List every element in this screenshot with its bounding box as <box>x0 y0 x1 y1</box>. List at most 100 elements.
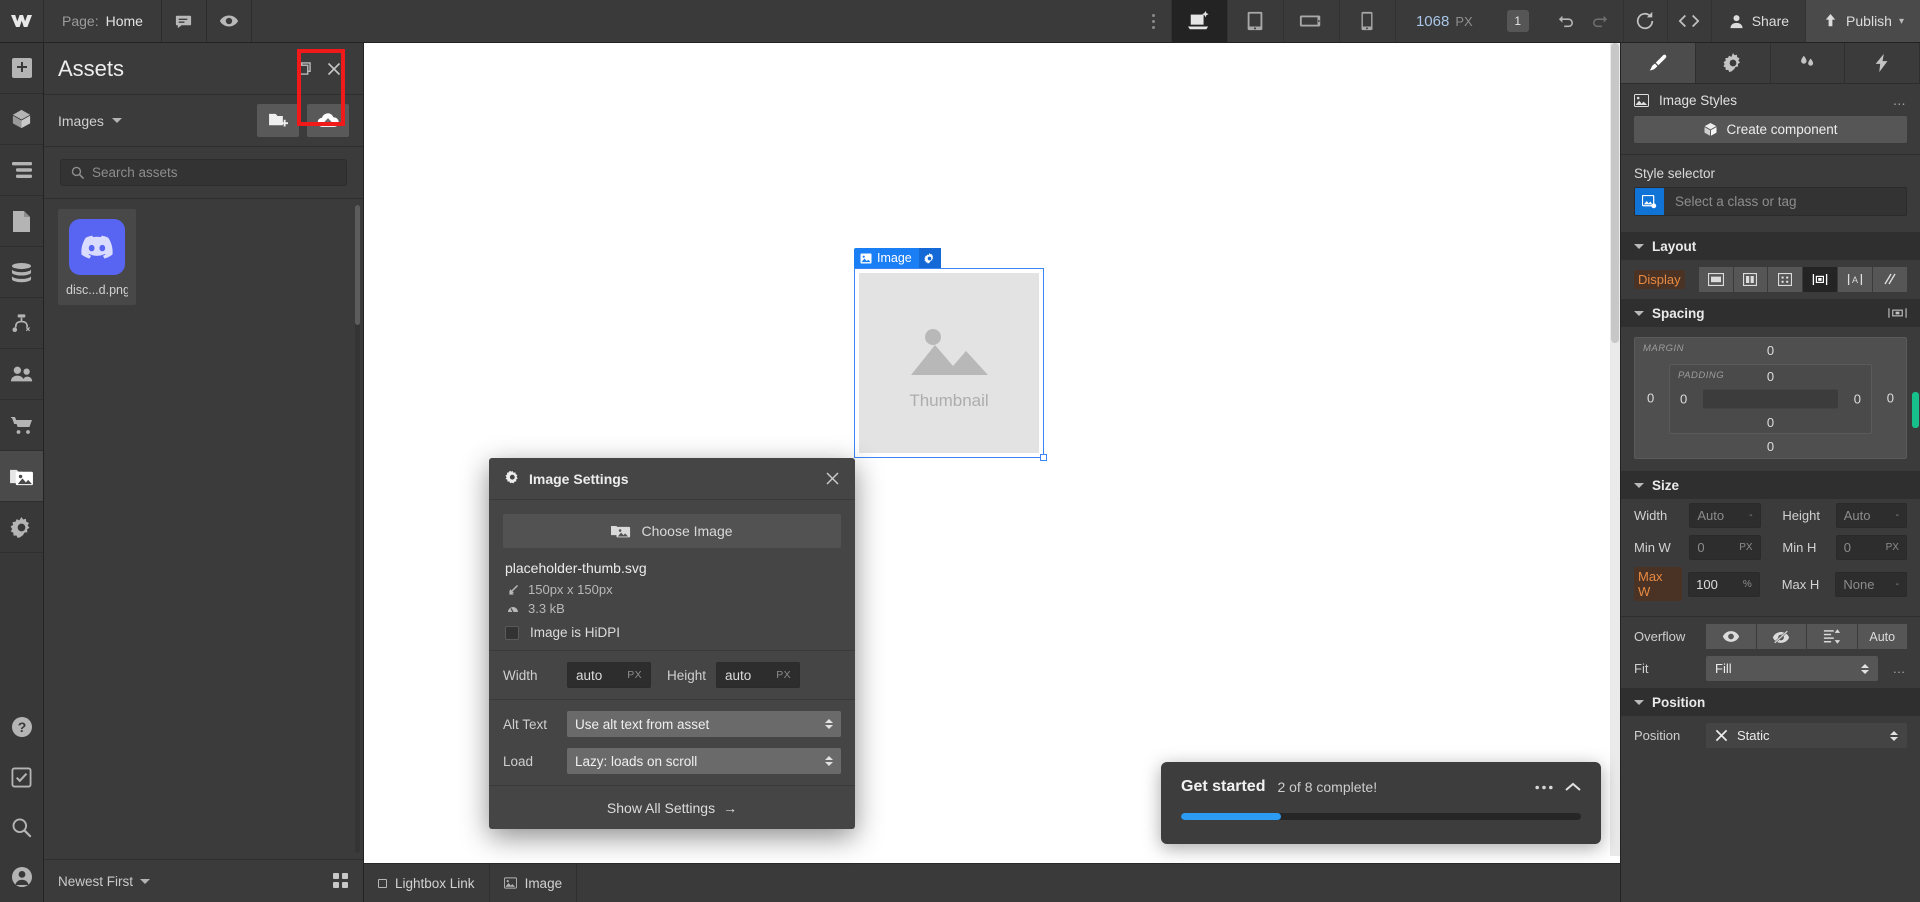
sidebar-item-account[interactable] <box>0 852 43 902</box>
breakpoint-mobile-portrait[interactable] <box>1338 0 1395 42</box>
resize-handle[interactable] <box>1040 454 1047 461</box>
sidebar-item-add-elements[interactable] <box>0 43 43 94</box>
breakpoint-tablet[interactable] <box>1226 0 1283 42</box>
hidpi-row[interactable]: Image is HiDPI <box>505 625 839 640</box>
canvas-scrollbar-track[interactable] <box>1610 43 1620 856</box>
sidebar-item-audit[interactable] <box>0 752 43 802</box>
ellipsis-icon[interactable] <box>1535 785 1553 790</box>
hidpi-checkbox[interactable] <box>505 625 519 640</box>
canvas-image-element[interactable]: Image Thumbnail <box>854 248 1047 461</box>
size-maxh-input[interactable]: None - <box>1835 571 1907 597</box>
canvas-scrollbar-thumb[interactable] <box>1611 43 1619 343</box>
sidebar-item-pages[interactable] <box>0 196 43 247</box>
margin-left-value[interactable]: 0 <box>1647 391 1654 406</box>
breakpoint-desktop-large[interactable] <box>1170 0 1227 42</box>
sidebar-item-components[interactable] <box>0 94 43 145</box>
sidebar-item-cms[interactable] <box>0 247 43 298</box>
padding-left-value[interactable]: 0 <box>1680 392 1687 407</box>
size-width-input[interactable]: Auto - <box>1689 503 1761 528</box>
padding-top-value[interactable]: 0 <box>1670 369 1871 384</box>
padding-bottom-value[interactable]: 0 <box>1670 415 1871 430</box>
publish-button[interactable]: Publish ▾ <box>1805 0 1920 42</box>
spacing-drag-handle[interactable] <box>1912 392 1919 428</box>
section-spacing[interactable]: Spacing <box>1621 299 1920 327</box>
section-position[interactable]: Position <box>1621 688 1920 716</box>
chevron-up-icon[interactable] <box>1565 782 1581 792</box>
overflow-scroll-option[interactable] <box>1807 624 1858 649</box>
grid-view-icon[interactable] <box>333 873 349 889</box>
sidebar-item-ecommerce[interactable] <box>0 400 43 451</box>
style-selector-input[interactable]: Select a class or tag <box>1634 187 1907 216</box>
sidebar-item-logic[interactable] <box>0 298 43 349</box>
size-maxw-input[interactable]: 100 % <box>1688 571 1760 597</box>
tab-settings[interactable] <box>1696 43 1771 83</box>
comment-icon[interactable] <box>162 0 207 42</box>
redo-icon[interactable] <box>1583 0 1617 43</box>
close-icon[interactable] <box>319 54 349 84</box>
undo-icon[interactable] <box>1549 0 1583 43</box>
restore-window-icon[interactable] <box>289 54 319 84</box>
share-button[interactable]: Share <box>1710 0 1805 42</box>
tab-style[interactable] <box>1621 43 1696 83</box>
display-grid-option[interactable] <box>1768 267 1804 292</box>
position-select[interactable]: Static <box>1706 723 1907 748</box>
assets-filter-dropdown[interactable]: Images <box>58 113 249 129</box>
element-gear-icon[interactable] <box>918 248 941 268</box>
size-minh-input[interactable]: 0 PX <box>1835 535 1907 560</box>
fit-more-icon[interactable]: … <box>1888 661 1908 676</box>
webflow-logo[interactable] <box>0 0 44 42</box>
breadcrumb-item-image[interactable]: Image <box>490 863 578 902</box>
display-inline-block-option[interactable] <box>1803 267 1839 292</box>
section-layout[interactable]: Layout <box>1621 232 1920 260</box>
display-block-option[interactable] <box>1698 267 1734 292</box>
sidebar-item-users[interactable] <box>0 349 43 400</box>
display-none-option[interactable] <box>1873 267 1907 292</box>
margin-top-value[interactable]: 0 <box>1635 343 1906 358</box>
display-flex-option[interactable] <box>1733 267 1769 292</box>
overflow-visible-option[interactable] <box>1706 624 1757 649</box>
ellipsis-icon[interactable]: … <box>1893 93 1908 108</box>
tab-effects[interactable] <box>1845 43 1920 83</box>
show-all-settings-button[interactable]: Show All Settings → <box>489 785 855 829</box>
fit-select[interactable]: Fill <box>1706 656 1878 681</box>
search-input[interactable]: Search assets <box>60 159 347 186</box>
refresh-icon[interactable] <box>1622 0 1667 42</box>
section-size[interactable]: Size <box>1621 471 1920 499</box>
alt-text-select[interactable]: Use alt text from asset <box>567 711 841 737</box>
code-icon[interactable] <box>1666 0 1711 42</box>
breakpoint-mobile-landscape[interactable] <box>1282 0 1339 42</box>
assets-sort-dropdown[interactable]: Newest First <box>58 874 333 889</box>
load-select[interactable]: Lazy: loads on scroll <box>567 748 841 774</box>
padding-right-value[interactable]: 0 <box>1854 392 1861 407</box>
spacing-mode-icon[interactable] <box>1888 307 1907 319</box>
status-badge[interactable]: 1 <box>1506 10 1529 32</box>
tab-interactions[interactable] <box>1771 43 1846 83</box>
size-minw-input[interactable]: 0 PX <box>1689 535 1761 560</box>
element-label-tag[interactable]: Image <box>854 248 941 268</box>
close-icon[interactable] <box>826 472 839 485</box>
size-height-input[interactable]: Auto - <box>1835 503 1907 528</box>
overflow-hidden-option[interactable] <box>1756 624 1807 649</box>
margin-right-value[interactable]: 0 <box>1887 391 1894 406</box>
create-component-button[interactable]: Create component <box>1634 116 1907 143</box>
page-selector[interactable]: Page: Home <box>44 0 162 42</box>
breadcrumb-item-lightbox-link[interactable]: Lightbox Link <box>364 863 490 902</box>
sidebar-item-assets[interactable] <box>0 451 43 502</box>
assets-scrollbar-thumb[interactable] <box>355 205 360 325</box>
new-folder-button[interactable] <box>257 104 299 137</box>
sidebar-item-help[interactable]: ? <box>0 702 43 752</box>
height-input[interactable]: auto PX <box>716 662 801 688</box>
upload-asset-button[interactable] <box>307 104 349 137</box>
sidebar-item-search[interactable] <box>0 802 43 852</box>
display-inline-option[interactable]: A <box>1838 267 1874 292</box>
vertical-dots-icon[interactable] <box>1137 0 1171 42</box>
overflow-auto-option[interactable]: Auto <box>1857 624 1907 649</box>
sidebar-item-settings[interactable] <box>0 502 43 553</box>
width-input[interactable]: auto PX <box>567 662 651 688</box>
eye-icon[interactable] <box>207 0 252 42</box>
viewport-width-readout[interactable]: 1068 PX <box>1394 0 1493 42</box>
choose-image-button[interactable]: Choose Image <box>503 514 841 548</box>
sidebar-item-navigator[interactable] <box>0 145 43 196</box>
list-item[interactable]: disc...d.png <box>58 209 136 305</box>
margin-bottom-value[interactable]: 0 <box>1635 439 1906 454</box>
